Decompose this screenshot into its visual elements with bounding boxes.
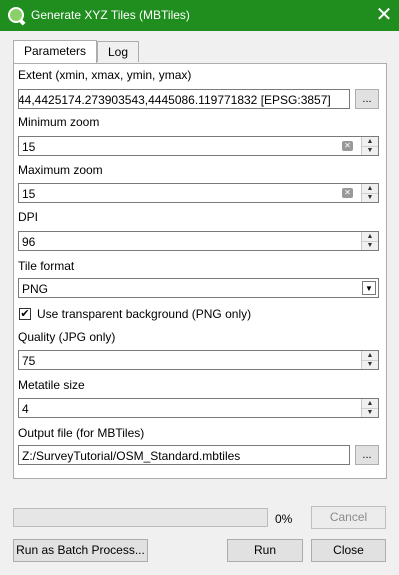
tile-format-value: PNG [22, 282, 49, 296]
min-zoom-value: 15 [22, 140, 36, 154]
extent-value: 44,4425174.273903543,4445086.119771832 [… [18, 93, 331, 107]
dpi-label: DPI [18, 210, 39, 224]
metatile-label: Metatile size [18, 378, 85, 392]
progress-percent: 0% [275, 512, 293, 526]
min-zoom-spinbox[interactable]: 15 ✕ ▲ ▼ [18, 136, 379, 156]
spin-down-icon[interactable]: ▼ [362, 241, 378, 250]
max-zoom-spinner[interactable]: ▲ ▼ [361, 184, 378, 202]
quality-label: Quality (JPG only) [18, 330, 116, 344]
output-browse-button[interactable]: ... [355, 445, 379, 465]
max-zoom-value: 15 [22, 187, 36, 201]
dpi-spinbox[interactable]: 96 ▲ ▼ [18, 231, 379, 251]
extent-field[interactable]: 44,4425174.273903543,4445086.119771832 [… [18, 89, 350, 109]
output-file-value: Z:/SurveyTutorial/OSM_Standard.mbtiles [22, 449, 241, 463]
tab-log[interactable]: Log [97, 41, 139, 62]
transparent-checkbox[interactable]: ✔ [19, 308, 31, 320]
max-zoom-spinbox[interactable]: 15 ✕ ▲ ▼ [18, 183, 379, 203]
title-bar: Generate XYZ Tiles (MBTiles) ✕ [0, 0, 399, 31]
output-file-label: Output file (for MBTiles) [18, 426, 145, 440]
spin-down-icon[interactable]: ▼ [362, 193, 378, 202]
run-batch-button[interactable]: Run as Batch Process... [13, 539, 148, 562]
quality-spinner[interactable]: ▲ ▼ [361, 351, 378, 369]
spin-down-icon[interactable]: ▼ [362, 146, 378, 155]
progress-bar [13, 508, 268, 527]
metatile-value: 4 [22, 402, 29, 416]
quality-value: 75 [22, 354, 36, 368]
dpi-value: 96 [22, 235, 36, 249]
extent-label: Extent (xmin, xmax, ymin, ymax) [18, 68, 192, 82]
cancel-button[interactable]: Cancel [311, 506, 386, 529]
min-zoom-label: Minimum zoom [18, 115, 100, 129]
min-zoom-spinner[interactable]: ▲ ▼ [361, 137, 378, 155]
chevron-down-icon[interactable]: ▼ [362, 281, 376, 295]
metatile-spinner[interactable]: ▲ ▼ [361, 399, 378, 417]
close-icon[interactable]: ✕ [369, 0, 399, 31]
tile-format-label: Tile format [18, 259, 75, 273]
spin-down-icon[interactable]: ▼ [362, 360, 378, 369]
quality-spinbox[interactable]: 75 ▲ ▼ [18, 350, 379, 370]
clear-icon[interactable]: ✕ [342, 188, 353, 198]
metatile-spinbox[interactable]: 4 ▲ ▼ [18, 398, 379, 418]
max-zoom-label: Maximum zoom [18, 163, 103, 177]
output-file-field[interactable]: Z:/SurveyTutorial/OSM_Standard.mbtiles [18, 445, 350, 465]
transparent-label: Use transparent background (PNG only) [37, 307, 252, 321]
run-button[interactable]: Run [227, 539, 303, 562]
spin-down-icon[interactable]: ▼ [362, 408, 378, 417]
close-button[interactable]: Close [311, 539, 386, 562]
extent-browse-button[interactable]: ... [355, 89, 379, 109]
clear-icon[interactable]: ✕ [342, 141, 353, 151]
window-title: Generate XYZ Tiles (MBTiles) [31, 8, 190, 22]
tile-format-select[interactable]: PNG ▼ [18, 278, 379, 298]
dpi-spinner[interactable]: ▲ ▼ [361, 232, 378, 250]
qgis-logo-icon [8, 7, 24, 23]
tab-parameters[interactable]: Parameters [13, 40, 97, 63]
